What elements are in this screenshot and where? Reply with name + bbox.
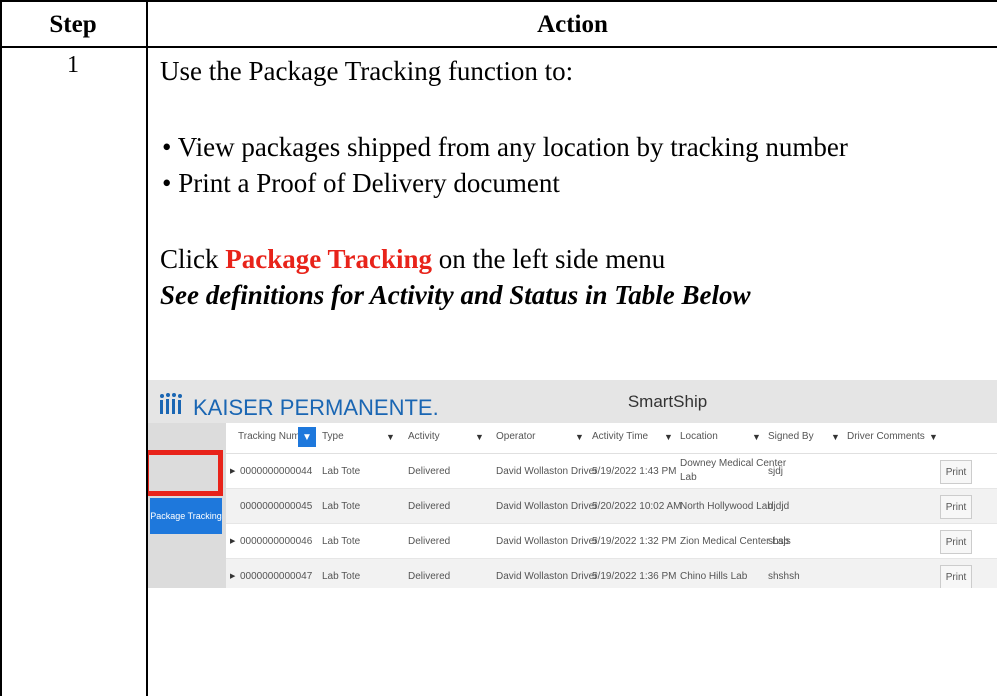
- signed-by-cell: sjdj: [768, 466, 784, 477]
- filter-icon[interactable]: ▼: [386, 432, 395, 442]
- highlight-callout-box: [148, 450, 223, 496]
- filter-icon[interactable]: ▼: [575, 432, 584, 442]
- operator-cell: David Wollaston Driver: [496, 536, 598, 547]
- tracking-number-cell: 0000000000045: [240, 501, 313, 512]
- activity-cell: Delivered: [408, 501, 451, 512]
- type-cell: Lab Tote: [322, 501, 361, 512]
- definitions-note: See definitions for Activity and Status …: [160, 280, 751, 310]
- bullet-text: Print a Proof of Delivery document: [178, 168, 560, 198]
- table-row[interactable]: ▶ 0000000000044 Lab Tote Delivered David…: [226, 454, 997, 489]
- location-cell-line2: Lab: [680, 472, 697, 483]
- type-cell: Lab Tote: [322, 466, 361, 477]
- filter-icon[interactable]: ▼: [752, 432, 761, 442]
- col-header-type[interactable]: Type: [322, 431, 344, 442]
- activity-time-cell: 5/19/2022 1:43 PM: [592, 466, 677, 477]
- table-row[interactable]: ▶ 0000000000047 Lab Tote Delivered David…: [226, 559, 997, 588]
- table-row[interactable]: 0000000000045 Lab Tote Delivered David W…: [226, 489, 997, 524]
- type-cell: Lab Tote: [322, 536, 361, 547]
- col-header-signed-by[interactable]: Signed By: [768, 431, 814, 442]
- print-button[interactable]: Print: [940, 530, 972, 554]
- nav-package-tracking[interactable]: Package Tracking: [150, 498, 222, 534]
- activity-cell: Delivered: [408, 536, 451, 547]
- location-cell: Chino Hills Lab: [680, 571, 748, 582]
- operator-cell: David Wollaston Driver: [496, 501, 598, 512]
- signed-by-cell: djdjd: [768, 501, 790, 512]
- grid-header-row: Tracking Number ▼ Type ▼ Activity ▼ Oper…: [226, 423, 997, 454]
- intro-text: Use the Package Tracking function to:: [160, 56, 574, 86]
- activity-time-cell: 5/19/2022 1:36 PM: [592, 571, 677, 582]
- filter-icon[interactable]: ▼: [475, 432, 484, 442]
- bullet-item: • View packages shipped from any locatio…: [162, 132, 848, 162]
- activity-cell: Delivered: [408, 466, 451, 477]
- print-button[interactable]: Print: [940, 460, 972, 484]
- tracking-number-cell: 0000000000044: [240, 466, 313, 477]
- table-border-top: [0, 0, 997, 2]
- location-cell: North Hollywood Lab: [680, 501, 773, 512]
- print-button[interactable]: Print: [940, 495, 972, 519]
- click-prefix: Click: [160, 244, 226, 274]
- col-header-activity-time[interactable]: Activity Time: [592, 431, 648, 442]
- signed-by-cell: shsjs: [768, 536, 791, 547]
- filter-icon[interactable]: ▼: [929, 432, 938, 442]
- expand-icon[interactable]: ▶: [230, 537, 235, 545]
- click-suffix: on the left side menu: [432, 244, 666, 274]
- action-header: Action: [537, 11, 608, 38]
- operator-cell: David Wollaston Driver: [496, 571, 598, 582]
- step-header: Step: [49, 11, 97, 38]
- smartship-screenshot: KAISER PERMANENTE. SmartShip Package Tra…: [148, 380, 997, 588]
- filter-icon[interactable]: ▼: [298, 427, 316, 447]
- operator-cell: David Wollaston Driver: [496, 466, 598, 477]
- filter-icon[interactable]: ▼: [831, 432, 840, 442]
- table-row[interactable]: ▶ 0000000000046 Lab Tote Delivered David…: [226, 524, 997, 559]
- package-tracking-highlight: Package Tracking: [225, 244, 432, 274]
- bullet-item: • Print a Proof of Delivery document: [162, 168, 560, 198]
- tracking-number-cell: 0000000000046: [240, 536, 313, 547]
- filter-icon[interactable]: ▼: [664, 432, 673, 442]
- print-button[interactable]: Print: [940, 565, 972, 588]
- col-header-operator[interactable]: Operator: [496, 431, 535, 442]
- activity-cell: Delivered: [408, 571, 451, 582]
- expand-icon[interactable]: ▶: [230, 572, 235, 580]
- col-header-activity[interactable]: Activity: [408, 431, 440, 442]
- app-header: KAISER PERMANENTE. SmartShip: [148, 380, 997, 423]
- type-cell: Lab Tote: [322, 571, 361, 582]
- instruction-table: Step Action 1 Use the Package Tracking f…: [0, 0, 997, 696]
- bullet-text: View packages shipped from any location …: [177, 132, 848, 162]
- activity-time-cell: 5/19/2022 1:32 PM: [592, 536, 677, 547]
- table-border-left: [0, 0, 2, 696]
- expand-icon[interactable]: ▶: [230, 467, 235, 475]
- click-instruction: Click Package Tracking on the left side …: [160, 244, 665, 275]
- tracking-number-cell: 0000000000047: [240, 571, 313, 582]
- step-number: 1: [67, 52, 79, 78]
- left-side-menu: Package Tracking: [148, 423, 226, 588]
- activity-time-cell: 5/20/2022 10:02 AM: [592, 501, 682, 512]
- app-title: SmartShip: [627, 392, 708, 411]
- header-divider: [0, 46, 997, 48]
- col-header-location[interactable]: Location: [680, 431, 718, 442]
- col-header-driver-comments[interactable]: Driver Comments: [847, 431, 925, 442]
- signed-by-cell: shshsh: [768, 571, 800, 582]
- column-divider: [146, 0, 148, 696]
